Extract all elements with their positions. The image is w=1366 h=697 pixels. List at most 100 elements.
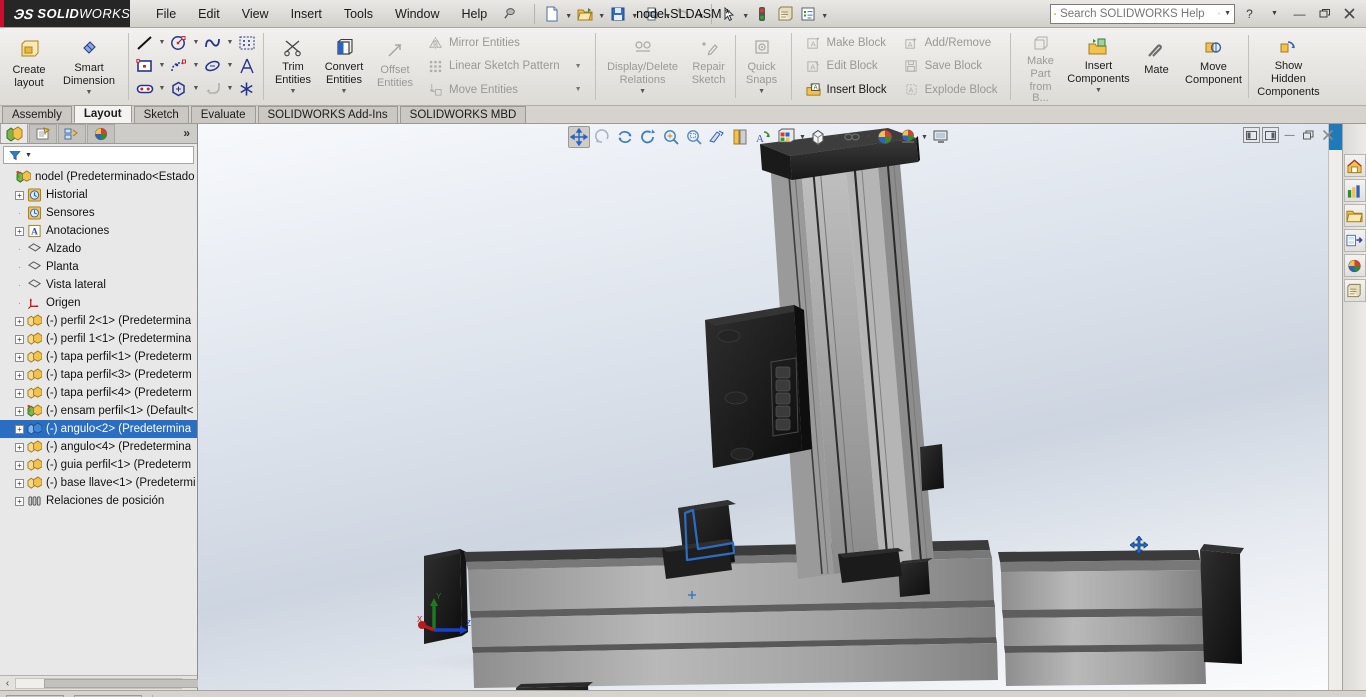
options-icon[interactable] [774, 3, 796, 25]
apply-scene-ball-caret[interactable]: ▼ [920, 134, 929, 141]
search-caret[interactable]: ▼ [1224, 10, 1231, 17]
tree-expander[interactable]: + [13, 441, 26, 454]
make-block-row[interactable]: A Make Block [801, 32, 891, 54]
document-properties-caret[interactable]: ▼ [820, 3, 829, 25]
help-button[interactable]: ? [1239, 4, 1260, 24]
display-delete-relations-button[interactable]: Display/Delete Relations ▼ [601, 30, 685, 103]
hide-show-items-icon[interactable] [841, 126, 863, 148]
graphics-vscrollbar[interactable] [1328, 124, 1342, 690]
smart-dimension-dropdown[interactable]: ▼ [86, 89, 93, 96]
design-library-icon[interactable] [1343, 179, 1366, 202]
tree-item-ensam-perfil[interactable]: + (-) ensam perfil<1> (Default< [0, 402, 197, 420]
mirror-entities-row[interactable]: Mirror Entities [423, 32, 586, 54]
tree-item-tapa-perfil-3[interactable]: + (-) tapa perfil<3> (Predeterm [0, 366, 197, 384]
insert-components-button[interactable]: Insert Components ▼ [1064, 30, 1132, 103]
restore-right-icon[interactable] [1262, 127, 1279, 143]
insert-components-dropdown[interactable]: ▼ [1095, 87, 1102, 94]
document-restore-icon[interactable] [1300, 127, 1317, 143]
tree-item-alzado[interactable]: · Alzado [0, 240, 197, 258]
slot-icon[interactable] [133, 78, 157, 99]
asterisk-point-icon[interactable] [235, 78, 259, 99]
menu-view[interactable]: View [232, 3, 279, 25]
trim-entities-dropdown[interactable]: ▼ [290, 88, 297, 95]
display-delete-relations-dropdown[interactable]: ▼ [639, 88, 646, 95]
tab-solidworks-add-ins[interactable]: SOLIDWORKS Add-Ins [257, 106, 398, 123]
solidworks-resources-icon[interactable] [1343, 154, 1366, 177]
save-document-icon[interactable] [607, 3, 629, 25]
tree-item-angulo-4[interactable]: + (-) angulo<4> (Predetermina [0, 438, 197, 456]
apply-scene-icon[interactable] [775, 126, 797, 148]
menu-help[interactable]: Help [452, 3, 498, 25]
quick-snaps-dropdown[interactable]: ▼ [758, 88, 765, 95]
line-caret[interactable]: ▼ [157, 39, 167, 46]
tree-item-origen[interactable]: · Origen [0, 294, 197, 312]
edit-appearance-icon[interactable] [874, 126, 896, 148]
tree-item-perfil-2[interactable]: + (-) perfil 2<1> (Predetermina [0, 312, 197, 330]
save-block-row[interactable]: Save Block [899, 55, 1002, 77]
tree-item-tapa-perfil-4[interactable]: + (-) tapa perfil<4> (Predeterm [0, 384, 197, 402]
convert-entities-dropdown[interactable]: ▼ [341, 88, 348, 95]
display-manager-tab[interactable] [87, 124, 115, 143]
tab-evaluate[interactable]: Evaluate [190, 106, 256, 123]
point-arc-caret[interactable]: ▼ [191, 62, 201, 69]
minimize-icon[interactable]: — [1289, 4, 1310, 24]
open-document-caret[interactable]: ▼ [597, 3, 606, 25]
tree-expander[interactable]: + [13, 315, 26, 328]
menu-tools[interactable]: Tools [334, 3, 383, 25]
hscroll-left-arrow[interactable]: ‹ [0, 678, 15, 689]
close-icon[interactable] [1339, 4, 1360, 24]
file-explorer-icon[interactable] [1343, 204, 1366, 227]
appearances-scenes-icon[interactable] [1343, 254, 1366, 277]
tab-layout[interactable]: Layout [73, 105, 132, 123]
view-orientation-icon[interactable] [729, 126, 751, 148]
tree-item-guia-perfil[interactable]: + (-) guia perfil<1> (Predeterm [0, 456, 197, 474]
document-minimize-icon[interactable]: — [1281, 127, 1298, 143]
menu-file[interactable]: File [146, 3, 186, 25]
custom-properties-icon[interactable] [1343, 279, 1366, 302]
offset-entities-button[interactable]: Offset Entities [371, 30, 419, 103]
repair-sketch-button[interactable]: Repair Sketch [685, 30, 733, 103]
polygon-caret[interactable]: ▼ [191, 85, 201, 92]
document-properties-icon[interactable] [797, 3, 819, 25]
tree-item-historial[interactable]: + Historial [0, 186, 197, 204]
tree-expander[interactable]: + [13, 225, 26, 238]
feature-tree-filter[interactable]: ▼ [3, 146, 194, 164]
ellipse-icon[interactable] [201, 55, 225, 76]
tab-sketch[interactable]: Sketch [133, 106, 189, 123]
search-input[interactable] [1060, 7, 1215, 20]
document-close-icon[interactable] [1319, 127, 1336, 143]
menu-edit[interactable]: Edit [188, 3, 230, 25]
tree-item-tapa-perfil-1[interactable]: + (-) tapa perfil<1> (Predeterm [0, 348, 197, 366]
hide-show-items-caret[interactable]: ▼ [864, 134, 873, 141]
tree-item-perfil-1[interactable]: + (-) perfil 1<1> (Predetermina [0, 330, 197, 348]
print-icon[interactable] [640, 3, 662, 25]
open-document-icon[interactable] [574, 3, 596, 25]
tree-item-base-llave[interactable]: + (-) base llave<1> (Predetermi [0, 474, 197, 492]
view-palette-icon[interactable] [1343, 229, 1366, 252]
tree-expander[interactable]: + [13, 333, 26, 346]
model-3d-view[interactable] [198, 124, 1342, 690]
quick-snaps-button[interactable]: Quick Snaps ▼ [738, 30, 786, 103]
feature-manager-tab[interactable] [0, 123, 28, 143]
zoom-to-area-icon[interactable] [683, 126, 705, 148]
edit-block-row[interactable]: A Edit Block [801, 55, 891, 77]
restore-icon[interactable] [1314, 4, 1335, 24]
move-entities-row[interactable]: Move Entities ▼ [423, 79, 586, 101]
zoom-to-fit-icon[interactable] [660, 126, 682, 148]
filter-caret-icon[interactable]: ▼ [25, 152, 32, 159]
linear-sketch-pattern-row[interactable]: Linear Sketch Pattern ▼ [423, 55, 586, 77]
spline-caret[interactable]: ▼ [225, 39, 235, 46]
undo-caret[interactable]: ▼ [696, 3, 705, 25]
save-document-caret[interactable]: ▼ [630, 3, 639, 25]
redraw-view-icon[interactable] [637, 126, 659, 148]
rectangle-caret[interactable]: ▼ [157, 62, 167, 69]
show-hidden-components-button[interactable]: Show Hidden Components [1251, 30, 1325, 103]
hscroll-thumb[interactable] [44, 678, 209, 688]
feature-tree-hscrollbar[interactable]: ‹ › [0, 675, 209, 690]
property-manager-tab[interactable] [29, 124, 57, 143]
sketch-pattern-icon[interactable] [235, 32, 259, 53]
rectangle-icon[interactable] [133, 55, 157, 76]
line-icon[interactable] [133, 32, 157, 53]
tree-item-planta[interactable]: · Planta [0, 258, 197, 276]
configuration-manager-tab[interactable] [58, 124, 86, 143]
